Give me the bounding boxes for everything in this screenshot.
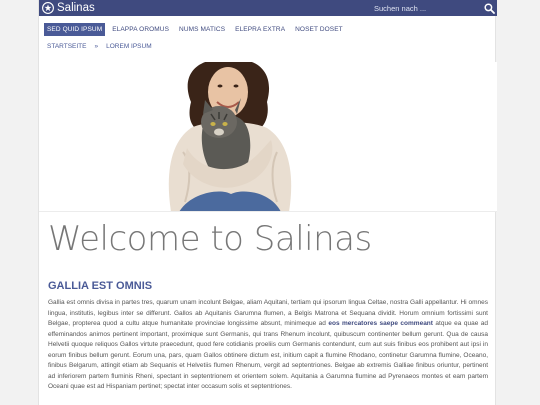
nav-item-nums-matics[interactable]: NUMS MATICS (176, 23, 228, 36)
breadcrumb: STARTSEITE » LOREM IPSUM (47, 42, 152, 52)
nav-item-elepra-extra[interactable]: ELEPRA EXTRA (232, 23, 288, 36)
search-icon (483, 2, 495, 14)
page-title: Welcome to Salinas (48, 219, 372, 259)
logo-icon (42, 2, 54, 14)
page-container: Salinas SED QUID IPSUM ELAPPA OROMUS NUM… (38, 0, 497, 405)
breadcrumb-separator: » (94, 43, 99, 50)
nav-item-elappa-oromus[interactable]: ELAPPA OROMUS (109, 23, 172, 36)
breadcrumb-current[interactable]: LOREM IPSUM (106, 42, 152, 52)
nav-item-noset-doset[interactable]: NOSET DOSET (292, 23, 346, 36)
brand-name[interactable]: Salinas (57, 0, 95, 16)
hero-photo-girl-with-cat (168, 62, 292, 211)
nav-item-sed-quid-ipsum[interactable]: SED QUID IPSUM (44, 23, 106, 36)
hero-image (39, 62, 497, 212)
paragraph-link[interactable]: eos mercatores saepe commeant (328, 320, 433, 327)
paragraph-text-after: atque ea quae ad effeminandos animos per… (48, 320, 488, 390)
main-nav: SED QUID IPSUM ELAPPA OROMUS NUMS MATICS… (44, 23, 346, 36)
top-bar: Salinas (39, 0, 497, 16)
search-input[interactable] (371, 1, 481, 15)
body-paragraph: Gallia est omnis divisa in partes tres, … (48, 298, 488, 393)
search-button[interactable] (481, 0, 497, 16)
breadcrumb-home[interactable]: STARTSEITE (47, 42, 87, 52)
section-heading: GALLIA EST OMNIS (48, 280, 153, 292)
